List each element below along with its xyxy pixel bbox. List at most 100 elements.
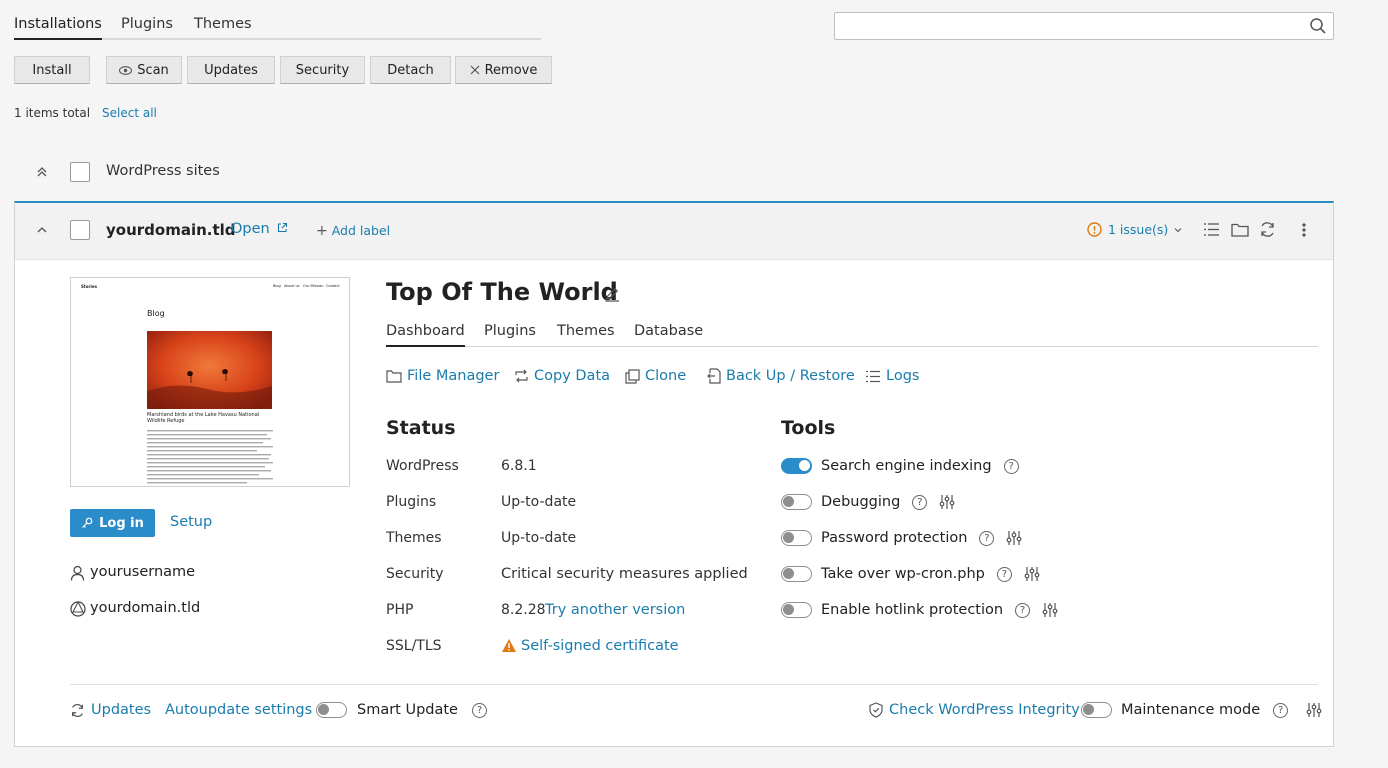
password-protection-toggle[interactable]: [781, 530, 812, 546]
shield-icon: [869, 702, 883, 718]
updates-button[interactable]: Updates: [187, 56, 275, 84]
tab-site-plugins[interactable]: Plugins: [484, 323, 536, 339]
clone-label: Clone: [645, 368, 687, 384]
tab-installations[interactable]: Installations: [14, 16, 102, 40]
close-icon: [470, 65, 480, 75]
updates-link-label: Updates: [91, 702, 152, 718]
group-checkbox[interactable]: [70, 162, 90, 182]
maintenance-mode-toggle[interactable]: [1081, 702, 1112, 718]
ssl-certificate-link[interactable]: Self-signed certificate: [521, 638, 679, 654]
status-heading: Status: [386, 417, 456, 439]
tools-heading: Tools: [781, 417, 836, 439]
open-link[interactable]: Open: [231, 221, 288, 237]
copy-data-icon: [515, 369, 528, 383]
refresh-icon: [72, 703, 83, 717]
settings-sliders-icon[interactable]: [1042, 602, 1058, 618]
tab-themes[interactable]: Themes: [194, 16, 252, 32]
maintenance-mode-control: Maintenance mode ?: [1081, 702, 1322, 718]
help-icon[interactable]: ?: [1003, 458, 1019, 474]
security-status-link[interactable]: Critical security measures applied: [501, 566, 748, 582]
add-label-text: Add label: [331, 223, 391, 238]
issues-dropdown[interactable]: 1 issue(s): [1087, 222, 1182, 237]
settings-sliders-icon[interactable]: [1024, 566, 1040, 582]
detach-label: Detach: [387, 62, 434, 78]
check-integrity-link[interactable]: Check WordPress Integrity: [869, 702, 1080, 718]
install-button[interactable]: Install: [14, 56, 90, 84]
setup-link[interactable]: Setup: [170, 514, 212, 530]
tab-site-themes[interactable]: Themes: [557, 323, 615, 339]
detach-button[interactable]: Detach: [370, 56, 451, 84]
select-all-link[interactable]: Select all: [102, 106, 157, 120]
refresh-icon[interactable]: [1259, 221, 1276, 238]
wp-cron-toggle[interactable]: [781, 566, 812, 582]
copy-data-link[interactable]: Copy Data: [514, 368, 610, 384]
preview-nav-about: About us: [284, 284, 300, 288]
hotlink-protection-toggle[interactable]: [781, 602, 812, 618]
folder-icon[interactable]: [1231, 222, 1249, 237]
plus-icon: +: [316, 223, 328, 239]
smart-update-control: Smart Update ?: [316, 702, 487, 718]
status-value-themes: Up-to-date: [501, 530, 577, 546]
site-title: Top Of The World: [386, 278, 618, 306]
search-input[interactable]: [834, 12, 1334, 40]
preview-caption: Marshland birds at the Lake Havasu Natio…: [147, 412, 260, 424]
username: yourusername: [90, 564, 196, 580]
site-preview-thumbnail[interactable]: Stories Blog About us Our Mission Contac…: [70, 277, 350, 487]
collapse-group-icon[interactable]: [36, 166, 48, 178]
preview-heading: Blog: [147, 309, 165, 318]
chevron-down-icon: [1174, 227, 1182, 232]
status-label-plugins: Plugins: [386, 494, 437, 510]
chevron-up-icon[interactable]: [36, 225, 48, 235]
site-domain: yourdomain.tld: [106, 221, 236, 239]
settings-sliders-icon[interactable]: [1306, 702, 1322, 718]
status-label-themes: Themes: [386, 530, 442, 546]
backup-restore-link[interactable]: Back Up / Restore: [707, 368, 855, 384]
preview-nav-blog: Blog: [273, 284, 281, 288]
log-in-label: Log in: [99, 515, 144, 531]
install-label: Install: [32, 62, 72, 78]
external-link-icon: [278, 222, 288, 233]
debugging-toggle[interactable]: [781, 494, 812, 510]
search-indexing-toggle[interactable]: [781, 458, 812, 474]
add-label-link[interactable]: + Add label: [316, 223, 390, 239]
tab-plugins[interactable]: Plugins: [121, 16, 173, 32]
clone-link[interactable]: Clone: [625, 368, 686, 384]
logs-icon: [866, 370, 880, 382]
updates-link[interactable]: Updates: [70, 702, 151, 718]
try-another-version-link[interactable]: Try another version: [545, 602, 685, 618]
logs-link[interactable]: Logs: [865, 368, 919, 384]
help-icon[interactable]: ?: [1015, 602, 1031, 618]
smart-update-toggle[interactable]: [316, 702, 347, 718]
autoupdate-settings-link[interactable]: Autoupdate settings: [165, 702, 312, 718]
settings-sliders-icon[interactable]: [1006, 530, 1022, 546]
search-indexing-label: Search engine indexing: [821, 458, 992, 474]
scan-button[interactable]: Scan: [106, 56, 182, 84]
help-icon[interactable]: ?: [471, 702, 487, 718]
status-value-wordpress: 6.8.1: [501, 458, 537, 474]
status-value-plugins: Up-to-date: [501, 494, 577, 510]
remove-button[interactable]: Remove: [455, 56, 552, 84]
search-icon[interactable]: [1309, 17, 1327, 35]
file-manager-link[interactable]: File Manager: [386, 368, 499, 384]
tab-database[interactable]: Database: [634, 323, 703, 339]
maintenance-mode-label: Maintenance mode: [1121, 702, 1261, 718]
backup-icon: [707, 368, 721, 384]
top-tabs: Installations Plugins Themes: [14, 0, 541, 40]
help-icon[interactable]: ?: [996, 566, 1012, 582]
help-icon[interactable]: ?: [1273, 702, 1289, 718]
items-total: 1 items total: [14, 106, 91, 120]
clone-icon: [625, 368, 640, 384]
help-icon[interactable]: ?: [912, 494, 928, 510]
domain-line: yourdomain.tld: [90, 600, 201, 616]
log-in-button[interactable]: Log in: [70, 509, 155, 537]
edit-pencil-icon[interactable]: [604, 286, 620, 302]
security-button[interactable]: Security: [280, 56, 365, 84]
help-icon[interactable]: ?: [979, 530, 995, 546]
issues-label: 1 issue(s): [1108, 222, 1169, 237]
tab-dashboard[interactable]: Dashboard: [386, 323, 465, 347]
site-checkbox[interactable]: [70, 220, 90, 240]
folder-icon: [386, 370, 402, 383]
settings-sliders-icon[interactable]: [939, 494, 955, 510]
list-icon[interactable]: [1203, 222, 1220, 237]
more-icon[interactable]: [1301, 222, 1307, 238]
